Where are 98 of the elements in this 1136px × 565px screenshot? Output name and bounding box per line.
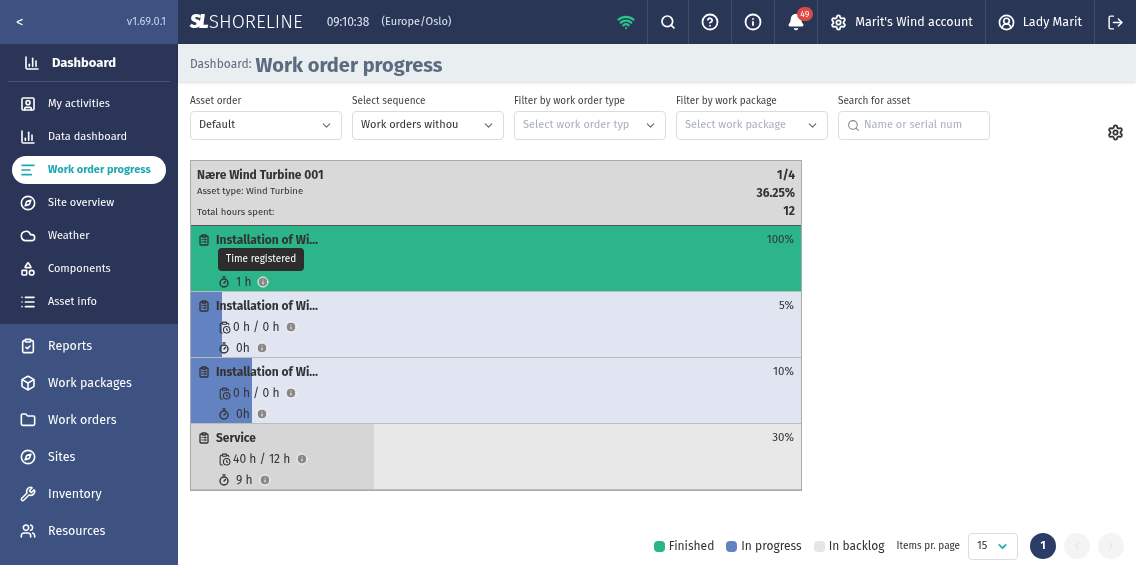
- planned-hours-icon: [218, 452, 231, 466]
- planned-hours: 0 h / 0 h: [233, 385, 280, 402]
- asset-name: Nære Wind Turbine 001: [197, 167, 324, 184]
- sidebar-header-label: Dashboard: [52, 53, 117, 72]
- gear-icon: [830, 13, 848, 31]
- breadcrumb: Dashboard:: [190, 56, 252, 73]
- sidebar-item[interactable]: Work packages: [12, 369, 166, 397]
- work-order-percent: 100%: [766, 231, 794, 248]
- planned-hours-icon: [218, 320, 231, 334]
- info-icon: [255, 408, 268, 420]
- stopwatch-icon: [218, 408, 230, 420]
- legend-label: Finished: [668, 538, 715, 555]
- info-icon: [258, 474, 271, 486]
- hours-label: Total hours spent:: [197, 205, 276, 220]
- work-order-percent: 30%: [772, 429, 794, 446]
- work-order-percent: 10%: [773, 363, 794, 380]
- folder-icon: [20, 412, 36, 428]
- asset-hours: 12: [783, 203, 795, 220]
- asset-percent: 36.25%: [756, 185, 795, 202]
- info-icon: [285, 321, 298, 333]
- page-title: Work order progress: [255, 55, 443, 75]
- filter-label: Filter by work package: [676, 94, 778, 109]
- select-field[interactable]: Work orders withou: [352, 111, 504, 140]
- cloud-icon: [20, 228, 36, 244]
- clock-time: 09:10:38: [326, 14, 370, 31]
- sidebar-item[interactable]: Resources: [12, 517, 166, 545]
- people-icon: [20, 523, 36, 539]
- user-icon: [997, 13, 1015, 31]
- wrench-icon: [20, 486, 36, 502]
- work-order-title: Service: [216, 430, 256, 447]
- asset-type: Asset type: Wind Turbine: [197, 184, 305, 199]
- planned-hours: 40 h / 12 h: [233, 451, 291, 468]
- page-size-select[interactable]: 15: [968, 532, 1018, 560]
- help-icon: [701, 13, 720, 31]
- id-badge-icon: [20, 96, 36, 112]
- planned-hours: 0 h / 0 h: [233, 319, 280, 336]
- timezone-label: (Europe/Oslo): [381, 13, 452, 30]
- wifi-icon: [617, 13, 636, 31]
- planned-hours-icon: [218, 386, 231, 400]
- work-order-row[interactable]: Installation of Wi… 1 h 100% Time registered: [191, 226, 801, 292]
- bars-icon: [20, 162, 36, 178]
- collapse-button[interactable]: <: [12, 10, 28, 34]
- clipboard-icon: [198, 234, 210, 246]
- filter-label: Select sequence: [352, 94, 427, 109]
- search-icon: [847, 119, 860, 132]
- info-icon: [285, 387, 298, 399]
- shapes-icon: [20, 261, 36, 277]
- filter-label: Asset order: [190, 94, 243, 109]
- spent-hours: 0h: [236, 340, 250, 357]
- sidebar-item[interactable]: My activities: [12, 90, 166, 118]
- version-label: v1.69.0.1: [126, 13, 166, 30]
- sidebar-item[interactable]: Inventory: [12, 480, 166, 508]
- filter-label: Search for asset: [838, 94, 912, 109]
- brand-logo: SL: [190, 8, 207, 35]
- info-icon: [257, 276, 270, 288]
- search-icon: [660, 14, 677, 30]
- info-icon: [744, 13, 763, 31]
- stopwatch-icon: [218, 342, 230, 354]
- sidebar-item[interactable]: Data dashboard: [12, 123, 166, 151]
- list-icon: [20, 294, 36, 310]
- legend-label: In backlog: [828, 538, 885, 555]
- compass-icon: [20, 195, 36, 211]
- sidebar-item[interactable]: Weather: [12, 222, 166, 250]
- work-order-row[interactable]: Service 40 h / 12 h 9 h 30%: [191, 424, 801, 490]
- brand-name: SHORELINE: [208, 8, 303, 35]
- legend-label: In progress: [741, 538, 802, 555]
- sidebar-item[interactable]: Sites: [12, 443, 166, 471]
- clipboard-icon: [198, 432, 210, 444]
- work-order-percent: 5%: [778, 297, 794, 314]
- spent-hours: 9 h: [236, 472, 253, 489]
- notification-badge: 49: [797, 7, 813, 21]
- spent-hours: 0h: [236, 406, 250, 423]
- sidebar-item[interactable]: Asset info: [12, 288, 166, 316]
- stopwatch-icon: [218, 276, 230, 288]
- sidebar-item[interactable]: Work orders: [12, 406, 166, 434]
- chart-icon: [24, 54, 40, 71]
- clipboard-check-icon: [20, 338, 36, 354]
- settings-icon[interactable]: [1107, 124, 1124, 141]
- clipboard-icon: [198, 366, 210, 378]
- page-button[interactable]: 1: [1030, 533, 1056, 559]
- asset-count: 1/4: [777, 167, 795, 184]
- sidebar-item[interactable]: Site overview: [12, 189, 166, 217]
- work-order-title: Installation of Wi…: [216, 232, 318, 249]
- select-field[interactable]: Default: [190, 111, 342, 140]
- items-per-page-label: Items pr. page: [896, 538, 960, 554]
- spent-hours: 1 h: [236, 274, 252, 291]
- sidebar-item[interactable]: Components: [12, 255, 166, 283]
- stopwatch-icon: [218, 474, 230, 486]
- sidebar-item[interactable]: Reports: [12, 332, 166, 360]
- clipboard-icon: [198, 300, 210, 312]
- info-icon: [296, 453, 309, 465]
- info-icon: [255, 342, 268, 354]
- cube-icon: [20, 375, 36, 391]
- chart-icon: [20, 129, 36, 145]
- tooltip: Time registered: [218, 248, 305, 271]
- compass-icon: [20, 449, 36, 465]
- filter-label: Filter by work order type: [514, 94, 627, 109]
- logout-icon: [1107, 13, 1124, 31]
